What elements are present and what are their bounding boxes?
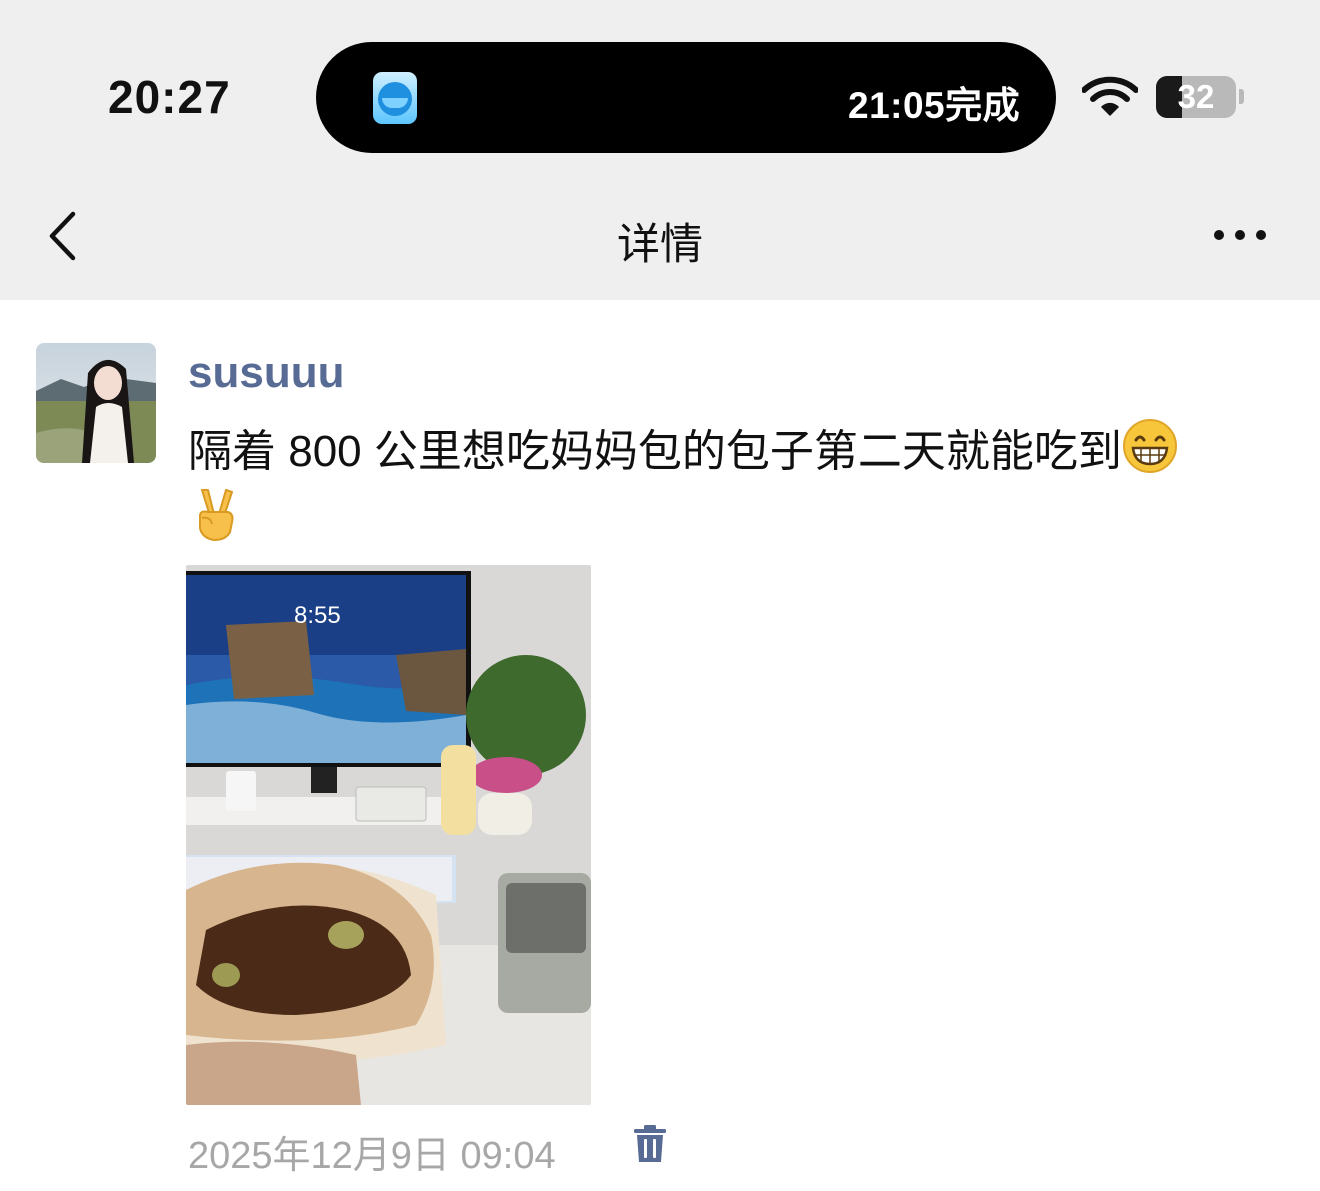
battery-percent: 32 bbox=[1177, 78, 1215, 115]
grinning-face-emoji bbox=[1122, 419, 1177, 473]
post-photo[interactable]: 8:55 bbox=[186, 565, 591, 1105]
battery-nub bbox=[1239, 89, 1244, 104]
avatar[interactable] bbox=[36, 343, 156, 463]
svg-text:8:55: 8:55 bbox=[294, 602, 341, 629]
chevron-left-icon[interactable] bbox=[44, 206, 84, 266]
post-timestamp: 2025年12月9日 09:04 bbox=[188, 1135, 556, 1177]
username[interactable]: susuuu bbox=[188, 348, 344, 398]
activity-app-icon bbox=[373, 72, 417, 124]
wifi-icon bbox=[1082, 76, 1138, 116]
page-title: 详情 bbox=[617, 221, 703, 269]
activity-text: 21:05完成 bbox=[848, 85, 1021, 126]
status-time: 20:27 bbox=[108, 71, 231, 123]
ellipsis-icon[interactable] bbox=[1212, 226, 1268, 244]
post-text-content: 隔着 800 公里想吃妈妈包的包子第二天就能吃到 bbox=[188, 427, 1122, 476]
victory-hand-emoji bbox=[199, 489, 234, 542]
trash-icon[interactable] bbox=[632, 1124, 668, 1164]
post-text: 隔着 800 公里想吃妈妈包的包子第二天就能吃到 bbox=[188, 418, 1298, 554]
battery-indicator: 32 bbox=[1156, 76, 1236, 118]
